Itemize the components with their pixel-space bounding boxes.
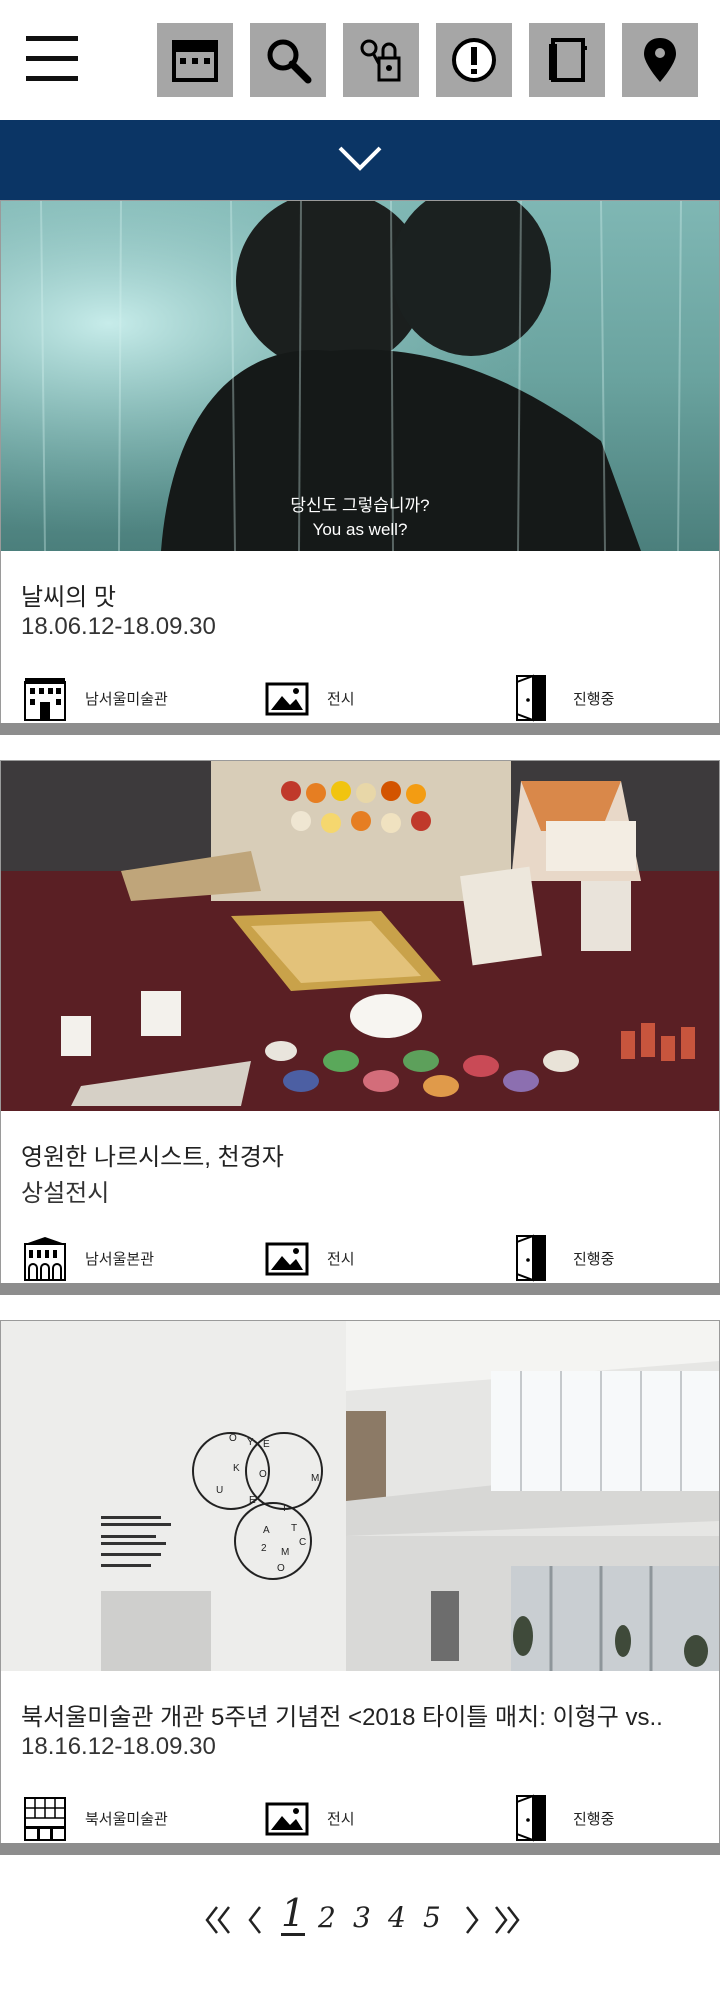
- search-icon: [267, 39, 312, 84]
- chevron-down-icon: [338, 146, 382, 171]
- venue-label: 북서울미술관: [85, 1810, 168, 1828]
- venue-info: 남서울미술관: [23, 673, 168, 723]
- notebook-icon: [549, 38, 587, 82]
- museum-arches-icon: [24, 1237, 66, 1281]
- notice-button[interactable]: [436, 23, 512, 97]
- card-divider: [0, 723, 720, 735]
- lock-key-button[interactable]: [343, 23, 419, 97]
- top-bar: [0, 0, 720, 120]
- svg-text:2: 2: [261, 1543, 267, 1554]
- type-label: 전시: [327, 1810, 355, 1828]
- venue-label: 남서울본관: [85, 1250, 155, 1268]
- search-button[interactable]: [250, 23, 326, 97]
- svg-text:Y: Y: [247, 1437, 254, 1448]
- card-title[interactable]: 북서울미술관 개관 5주년 기념전 <2018 타이틀 매치: 이형구 vs..: [21, 1697, 701, 1732]
- page-link[interactable]: 4: [388, 1901, 406, 1934]
- status-label: 진행중: [573, 1810, 615, 1828]
- venue-label: 남서울미술관: [85, 690, 168, 708]
- exhibition-card[interactable]: 당신도 그렇습니까? You as well? 날씨의 맛 18.06.12-1…: [0, 200, 720, 735]
- page-link[interactable]: 2: [318, 1901, 336, 1934]
- open-door-icon: [516, 1794, 546, 1842]
- card-date: 18.06.12-18.09.30: [21, 613, 216, 640]
- hero-caption-english: You as well?: [313, 520, 408, 539]
- status-label: 진행중: [573, 690, 615, 708]
- type-label: 전시: [327, 1250, 355, 1268]
- status-label: 진행중: [573, 1250, 615, 1268]
- location-pin-icon: [644, 38, 676, 82]
- notice-icon: [452, 38, 496, 82]
- museum-building-icon: [24, 678, 66, 721]
- svg-text:E: E: [263, 1439, 270, 1450]
- type-label: 전시: [327, 690, 355, 708]
- lock-key-icon: [360, 39, 401, 82]
- venue-info: 남서울본관: [23, 1233, 154, 1283]
- svg-text:C: C: [299, 1537, 306, 1548]
- page-link-current[interactable]: 1: [281, 1893, 306, 1936]
- museum-glass-icon: [24, 1797, 66, 1841]
- picture-icon: [265, 1242, 309, 1276]
- hamburger-menu-icon[interactable]: [26, 36, 78, 82]
- svg-text:T: T: [291, 1523, 297, 1534]
- card-date: 18.16.12-18.09.30: [21, 1733, 216, 1760]
- type-info: 전시: [265, 1233, 355, 1283]
- svg-text:M: M: [311, 1473, 319, 1484]
- svg-text:U: U: [216, 1485, 223, 1496]
- status-info: 진행중: [511, 673, 614, 723]
- exhibition-image: [1, 761, 719, 1111]
- open-door-icon: [516, 1234, 546, 1282]
- picture-icon: [265, 682, 309, 716]
- card-date: 상설전시: [21, 1180, 110, 1207]
- svg-text:O: O: [277, 1563, 285, 1574]
- svg-text:E: E: [249, 1495, 256, 1506]
- picture-icon: [265, 1802, 309, 1836]
- calendar-icon: [172, 40, 218, 82]
- exhibition-card[interactable]: OYE KOM UEI ATC 2MO 북서울미술관 개관 5주년 기념전 <2…: [0, 1320, 720, 1855]
- calendar-button[interactable]: [157, 23, 233, 97]
- type-info: 전시: [265, 673, 355, 723]
- card-title[interactable]: 날씨의 맛: [21, 577, 701, 612]
- page-link[interactable]: 3: [353, 1901, 371, 1934]
- location-button[interactable]: [622, 23, 698, 97]
- svg-text:I: I: [283, 1503, 286, 1514]
- open-door-icon: [516, 674, 546, 722]
- status-info: 진행중: [511, 1793, 614, 1843]
- svg-text:O: O: [259, 1469, 267, 1480]
- card-title[interactable]: 영원한 나르시스트, 천경자: [21, 1137, 701, 1172]
- card-divider: [0, 1283, 720, 1295]
- exhibition-card[interactable]: 영원한 나르시스트, 천경자 상설전시 남서울본관 전시 진행중: [0, 760, 720, 1295]
- svg-text:A: A: [263, 1525, 270, 1536]
- notebook-button[interactable]: [529, 23, 605, 97]
- status-info: 진행중: [511, 1233, 614, 1283]
- prev-page-icon[interactable]: [238, 1903, 272, 1937]
- card-divider: [0, 1843, 720, 1855]
- dropdown-band[interactable]: [0, 120, 720, 200]
- type-info: 전시: [265, 1793, 355, 1843]
- pagination: 1 2 3 4 5: [0, 1893, 720, 1955]
- venue-info: 북서울미술관: [23, 1793, 168, 1843]
- last-page-icon[interactable]: [488, 1903, 522, 1937]
- svg-text:M: M: [281, 1547, 289, 1558]
- first-page-icon[interactable]: [203, 1903, 237, 1937]
- page-link[interactable]: 5: [423, 1901, 441, 1934]
- svg-text:O: O: [229, 1433, 237, 1444]
- svg-text:K: K: [233, 1463, 240, 1474]
- next-page-icon[interactable]: [455, 1903, 489, 1937]
- exhibition-image: OYE KOM UEI ATC 2MO: [1, 1321, 719, 1671]
- hero-caption-korean: 당신도 그렇습니까?: [290, 496, 429, 515]
- exhibition-image: 당신도 그렇습니까? You as well?: [1, 201, 719, 551]
